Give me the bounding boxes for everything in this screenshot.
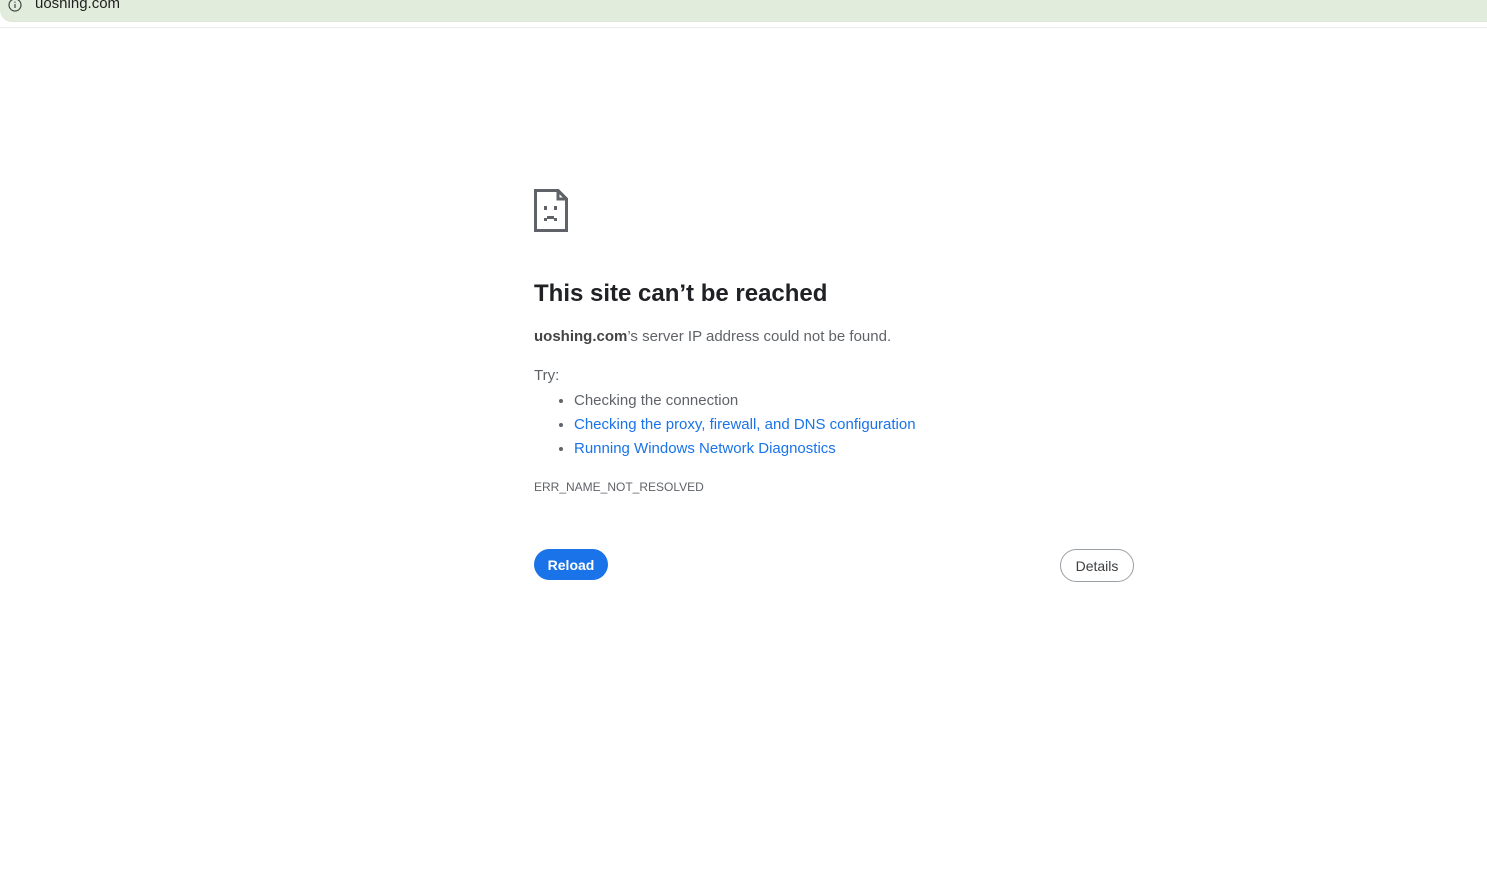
suggestion-item: Running Windows Network Diagnostics	[574, 437, 916, 461]
suggestion-list: Checking the connection Checking the pro…	[534, 389, 916, 461]
summary-text: ’s server IP address could not be found.	[627, 328, 892, 345]
url-text[interactable]: uoshing.com	[35, 0, 120, 13]
suggestion-proxy-link[interactable]: Checking the proxy, firewall, and DNS co…	[574, 416, 916, 433]
summary-host: uoshing.com	[534, 328, 628, 345]
error-content: This site can’t be reached uoshing.com’s…	[534, 189, 1134, 582]
try-label: Try:	[534, 367, 560, 384]
suggestion-item: Checking the connection	[574, 389, 916, 413]
details-button[interactable]: Details	[1060, 549, 1134, 582]
address-bar[interactable]: uoshing.com	[0, 0, 1487, 22]
reload-button[interactable]: Reload	[534, 549, 608, 580]
suggestion-item: Checking the proxy, firewall, and DNS co…	[574, 413, 916, 437]
error-summary: uoshing.com’s server IP address could no…	[534, 328, 891, 346]
toolbar-divider	[0, 27, 1487, 28]
suggestion-diagnostics-link[interactable]: Running Windows Network Diagnostics	[574, 440, 836, 457]
error-code: ERR_NAME_NOT_RESOLVED	[534, 480, 704, 494]
info-icon[interactable]	[8, 0, 22, 12]
suggestion-check-connection: Checking the connection	[574, 392, 739, 409]
page-title: This site can’t be reached	[534, 280, 828, 307]
sad-page-icon	[534, 189, 568, 232]
